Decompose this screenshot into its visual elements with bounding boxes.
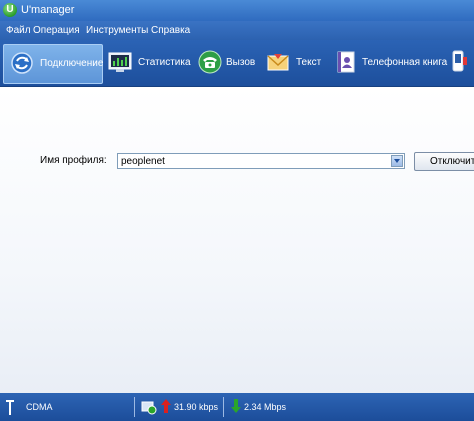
tab-text-label: Текст bbox=[296, 57, 322, 68]
profile-select[interactable]: peoplenet bbox=[117, 153, 405, 169]
title-bar[interactable]: U U'manager bbox=[0, 0, 474, 21]
download-speed: 2.34 Mbps bbox=[244, 402, 287, 412]
phone-icon bbox=[198, 50, 222, 74]
profile-select-value: peoplenet bbox=[121, 156, 165, 167]
tab-phonebook-label: Телефонная книга bbox=[362, 57, 448, 68]
signal-icon bbox=[6, 400, 14, 415]
tab-statistics-label: Статистика bbox=[138, 57, 191, 68]
menu-bar: Файл Операция Инструменты Справка bbox=[0, 21, 474, 40]
status-divider bbox=[223, 397, 224, 417]
connect-icon bbox=[11, 52, 33, 74]
network-type: CDMA bbox=[26, 402, 53, 412]
upload-arrow-icon bbox=[161, 399, 171, 413]
download-arrow-icon bbox=[231, 399, 241, 413]
connection-panel: Имя профиля: peoplenet Отключить bbox=[0, 87, 474, 393]
upload-speed: 31.90 kbps bbox=[174, 402, 219, 412]
menu-operation[interactable]: Операция bbox=[31, 21, 82, 40]
phonebook-icon bbox=[337, 51, 355, 73]
statistics-icon bbox=[108, 52, 132, 72]
status-divider bbox=[134, 397, 135, 417]
tab-call[interactable]: Вызов bbox=[196, 44, 258, 82]
profile-name-label: Имя профиля: bbox=[40, 155, 107, 166]
app-logo-icon: U bbox=[3, 3, 17, 17]
app-window: U U'manager Файл Операция Инструменты Сп… bbox=[0, 0, 474, 421]
network-device-icon bbox=[141, 401, 157, 415]
menu-tools[interactable]: Инструменты bbox=[84, 21, 150, 40]
tab-connection-label: Подключение bbox=[40, 58, 104, 69]
device-icon[interactable] bbox=[452, 50, 468, 74]
toolbar: Подключение Статистика Вызов Текст Телеф… bbox=[0, 40, 474, 87]
tab-text[interactable]: Текст bbox=[264, 44, 326, 82]
disconnect-button[interactable]: Отключить bbox=[414, 152, 474, 171]
tab-connection[interactable]: Подключение bbox=[3, 44, 103, 84]
status-bar: CDMA 31.90 kbps 2.34 Mbps bbox=[0, 393, 474, 421]
menu-help[interactable]: Справка bbox=[149, 21, 192, 40]
tab-phonebook[interactable]: Телефонная книга bbox=[332, 44, 448, 82]
tab-call-label: Вызов bbox=[226, 57, 256, 68]
window-title: U'manager bbox=[21, 4, 75, 16]
chevron-down-icon[interactable] bbox=[391, 155, 403, 167]
tab-statistics[interactable]: Статистика bbox=[106, 44, 191, 82]
menu-file[interactable]: Файл bbox=[4, 21, 33, 40]
envelope-icon bbox=[267, 54, 289, 71]
